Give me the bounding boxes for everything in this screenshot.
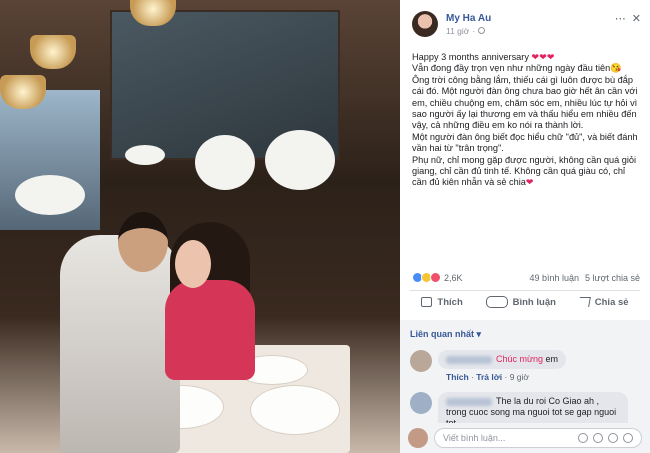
post-meta: My Ha Au 11 giờ · — [446, 13, 615, 36]
comment-input[interactable]: Viết bình luận... — [434, 428, 642, 448]
comment-links: Thích · Trả lời · 9 giờ — [446, 372, 529, 382]
thumbs-up-icon — [421, 297, 433, 307]
photo-orchid — [195, 135, 255, 190]
commenter-avatar[interactable] — [410, 350, 432, 372]
current-user-avatar — [408, 428, 428, 448]
share-icon — [577, 297, 591, 307]
reaction-stats: 49 bình luận 5 lượt chia sẻ — [530, 273, 641, 283]
author-avatar[interactable] — [412, 11, 438, 37]
photo-woman-dress — [165, 280, 255, 380]
photo-lamp — [0, 75, 46, 109]
author-name[interactable]: My Ha Au — [446, 13, 615, 24]
comment-label: Bình luận — [512, 296, 556, 308]
photo-orchid — [15, 175, 85, 215]
comments-section: Liên quan nhất ▾ Chúc mừng em Thích · Tr… — [400, 320, 650, 453]
post-text-line: Ông trời công bằng lắm, thiếu cái gì luô… — [412, 74, 638, 131]
heart-emoji: ❤ — [525, 177, 534, 188]
post-text-line: Vẫn đong đầy trọn vẹn như những ngày đầu… — [412, 63, 622, 74]
like-label: Thích — [437, 296, 463, 308]
comment-count[interactable]: 49 bình luận — [530, 273, 580, 283]
comment-button[interactable]: Bình luận — [485, 296, 556, 308]
header-icons: ⋯ ✕ — [615, 12, 641, 25]
kiss-emoji: 😘 — [610, 63, 622, 74]
comment-text: em — [543, 354, 559, 364]
comment-sort-dropdown[interactable]: Liên quan nhất ▾ — [400, 320, 650, 340]
camera-icon[interactable] — [593, 433, 603, 443]
reaction-bar: 2,6K 49 bình luận 5 lượt chia sẻ — [412, 272, 640, 283]
post-time-row: 11 giờ · — [446, 26, 615, 36]
comment-like-link[interactable]: Thích — [446, 372, 469, 382]
share-label: Chia sẻ — [594, 296, 629, 308]
sticker-icon[interactable] — [623, 433, 633, 443]
comment-icon — [485, 296, 508, 308]
photo-man — [60, 235, 180, 453]
like-button[interactable]: Thích — [421, 296, 463, 308]
comment-input-icons — [578, 433, 633, 443]
photo-woman-face — [175, 240, 211, 288]
commenter-avatar[interactable] — [410, 392, 432, 414]
blurred-name — [446, 397, 492, 406]
globe-icon — [478, 27, 486, 34]
post-text-line: Một người đàn ông biết đọc hiểu chữ "đủ"… — [412, 131, 638, 154]
post-header: My Ha Au 11 giờ · ⋯ ✕ — [400, 0, 650, 40]
blurred-name — [446, 355, 492, 364]
post-photo[interactable] — [0, 0, 400, 453]
photo-viewer: My Ha Au 11 giờ · ⋯ ✕ Happy 3 months ann… — [0, 0, 650, 453]
write-comment-bar: Viết bình luận... — [400, 423, 650, 453]
comment-time[interactable]: 9 giờ — [510, 372, 529, 382]
close-icon[interactable]: ✕ — [632, 12, 641, 25]
reaction-count[interactable]: 2,6K — [444, 273, 463, 283]
comment-highlight: Chúc mừng — [496, 354, 544, 364]
share-button[interactable]: Chia sẻ — [577, 296, 629, 308]
action-bar: Thích Bình luận Chia sẻ — [410, 296, 640, 308]
post-time[interactable]: 11 giờ — [446, 26, 469, 36]
comment-placeholder: Viết bình luận... — [443, 433, 506, 443]
photo-plate — [250, 385, 340, 435]
post-text-line: Phụ nữ, chỉ mong gặp được người, không c… — [412, 154, 637, 188]
photo-man-head — [118, 212, 168, 272]
post-text-line: Happy 3 months anniversary ❤❤❤ — [412, 52, 555, 62]
heart-emoji: ❤❤❤ — [531, 52, 555, 62]
gif-icon[interactable] — [608, 433, 618, 443]
photo-orchid — [125, 145, 165, 165]
post-panel: My Ha Au 11 giờ · ⋯ ✕ Happy 3 months ann… — [400, 0, 650, 453]
photo-lamp — [30, 35, 76, 69]
comment-body: Chúc mừng em Thích · Trả lời · 9 giờ — [438, 350, 567, 382]
photo-orchid — [265, 130, 335, 190]
divider — [410, 290, 640, 291]
post-text: Happy 3 months anniversary ❤❤❤ Vẫn đong … — [400, 40, 650, 189]
share-count[interactable]: 5 lượt chia sẻ — [585, 273, 640, 283]
love-reaction-icon[interactable] — [430, 272, 441, 283]
comment-bubble: Chúc mừng em — [438, 350, 567, 369]
options-icon[interactable]: ⋯ — [615, 12, 626, 25]
comment-item: Chúc mừng em Thích · Trả lời · 9 giờ — [400, 340, 650, 382]
comment-reply-link[interactable]: Trả lời — [476, 372, 502, 382]
emoji-icon[interactable] — [578, 433, 588, 443]
